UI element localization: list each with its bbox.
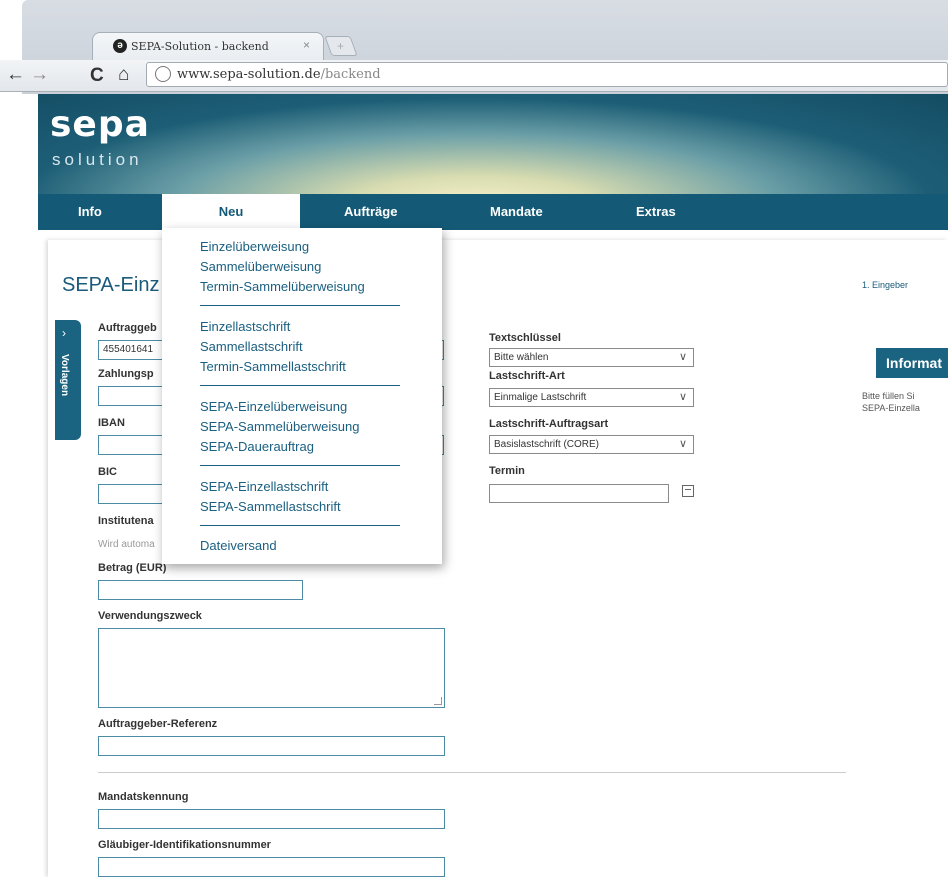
menu-item-sammellastschrift[interactable]: Sammellastschrift	[200, 339, 303, 354]
textschluessel-value: Bitte wählen	[494, 352, 549, 363]
betrag-label: Betrag (EUR)	[98, 562, 167, 574]
iban-label: IBAN	[98, 417, 125, 429]
url-text: www.sepa-solution.de/backend	[177, 67, 381, 82]
sepa-favicon-icon: ə	[113, 39, 127, 53]
nav-item-extras[interactable]: Extras	[636, 204, 676, 219]
menu-item-dateiversand[interactable]: Dateiversand	[200, 538, 277, 553]
menu-item-sepa-sammelueberweisung[interactable]: SEPA-Sammelüberweisung	[200, 419, 359, 434]
browser-tab[interactable]: ə SEPA-Solution - backend ×	[92, 32, 324, 60]
institut-hint: Wird automa	[98, 539, 155, 550]
logo[interactable]: sepa	[50, 104, 150, 145]
referenz-field[interactable]	[98, 736, 445, 756]
verwendungszweck-label: Verwendungszweck	[98, 610, 202, 622]
menu-item-einzellastschrift[interactable]: Einzellastschrift	[200, 319, 290, 334]
bic-label: BIC	[98, 466, 117, 478]
resize-grip-icon[interactable]	[434, 697, 442, 705]
lastschriftart-select[interactable]: Einmalige Lastschrift ∨	[489, 388, 694, 407]
auftraggeber-label: Auftraggeb	[98, 322, 157, 334]
menu-divider	[200, 305, 400, 306]
address-bar[interactable]: www.sepa-solution.de/backend	[146, 62, 948, 87]
vorlagen-label: Vorlagen	[59, 354, 70, 397]
forward-icon[interactable]: →	[30, 64, 49, 86]
vorlagen-side-tab[interactable]: › Vorlagen	[55, 320, 81, 440]
menu-divider	[200, 385, 400, 386]
nav-item-neu[interactable]: Neu	[162, 194, 300, 230]
step-indicator: 1. Eingeber	[862, 280, 909, 290]
auftragsart-value: Basislastschrift (CORE)	[494, 439, 600, 450]
textschluessel-label: Textschlüssel	[489, 332, 561, 344]
zahlungspflichtiger-label: Zahlungsp	[98, 368, 154, 380]
back-icon[interactable]: ←	[6, 64, 25, 86]
betrag-field[interactable]	[98, 580, 303, 600]
info-box-title: Informat	[876, 348, 948, 378]
chevron-down-icon: ∨	[678, 438, 687, 450]
lastschriftart-label: Lastschrift-Art	[489, 370, 565, 382]
menu-item-einzelueberweisung[interactable]: Einzelüberweisung	[200, 239, 309, 254]
reload-icon[interactable]: C	[90, 65, 104, 87]
menu-item-termin-sammelueberweisung[interactable]: Termin-Sammelüberweisung	[200, 279, 365, 294]
chevron-down-icon: ∨	[678, 351, 687, 363]
menu-item-sepa-sammellastschrift[interactable]: SEPA-Sammellastschrift	[200, 499, 341, 514]
chevron-down-icon: ∨	[678, 391, 687, 403]
mandat-label: Mandatskennung	[98, 791, 189, 803]
logo-subtitle: solution	[52, 150, 143, 169]
page-title: SEPA-Einz	[62, 274, 160, 296]
home-icon[interactable]: ⌂	[118, 64, 129, 86]
auftragsart-label: Lastschrift-Auftragsart	[489, 418, 609, 430]
lastschriftart-value: Einmalige Lastschrift	[494, 392, 587, 403]
glaeubiger-label: Gläubiger-Identifikationsnummer	[98, 839, 271, 851]
institut-label: Institutena	[98, 515, 154, 527]
plus-icon: +	[337, 39, 345, 53]
mandat-field[interactable]	[98, 809, 445, 829]
close-tab-icon[interactable]: ×	[303, 38, 310, 52]
nav-item-info[interactable]: Info	[78, 204, 102, 219]
menu-item-sepa-einzelueberweisung[interactable]: SEPA-Einzelüberweisung	[200, 399, 347, 414]
menu-item-sepa-dauerauftrag[interactable]: SEPA-Dauerauftrag	[200, 439, 314, 454]
termin-field[interactable]	[489, 484, 669, 503]
nav-item-auftraege[interactable]: Aufträge	[344, 204, 397, 219]
section-divider	[98, 772, 846, 773]
neu-dropdown-menu: Einzelüberweisung Sammelüberweisung Term…	[162, 228, 442, 564]
main-nav: Info Neu Aufträge Mandate Extras	[38, 194, 948, 230]
page-info-icon[interactable]	[155, 66, 171, 82]
chevron-right-icon: ›	[62, 326, 66, 340]
verwendungszweck-textarea[interactable]	[98, 628, 445, 708]
menu-divider	[200, 525, 400, 526]
menu-item-sammelueberweisung[interactable]: Sammelüberweisung	[200, 259, 321, 274]
header-banner	[38, 94, 948, 194]
menu-item-sepa-einzellastschrift[interactable]: SEPA-Einzellastschrift	[200, 479, 328, 494]
termin-label: Termin	[489, 465, 525, 477]
info-text: Bitte füllen Si SEPA-Einzella	[862, 391, 920, 413]
tab-title: SEPA-Solution - backend	[131, 40, 269, 53]
textschluessel-select[interactable]: Bitte wählen ∨	[489, 348, 694, 367]
auftragsart-select[interactable]: Basislastschrift (CORE) ∨	[489, 435, 694, 454]
menu-item-termin-sammellastschrift[interactable]: Termin-Sammellastschrift	[200, 359, 346, 374]
glaeubiger-field[interactable]	[98, 857, 445, 877]
calendar-icon[interactable]	[682, 485, 694, 497]
referenz-label: Auftraggeber-Referenz	[98, 718, 218, 730]
nav-item-mandate[interactable]: Mandate	[490, 204, 543, 219]
menu-divider	[200, 465, 400, 466]
